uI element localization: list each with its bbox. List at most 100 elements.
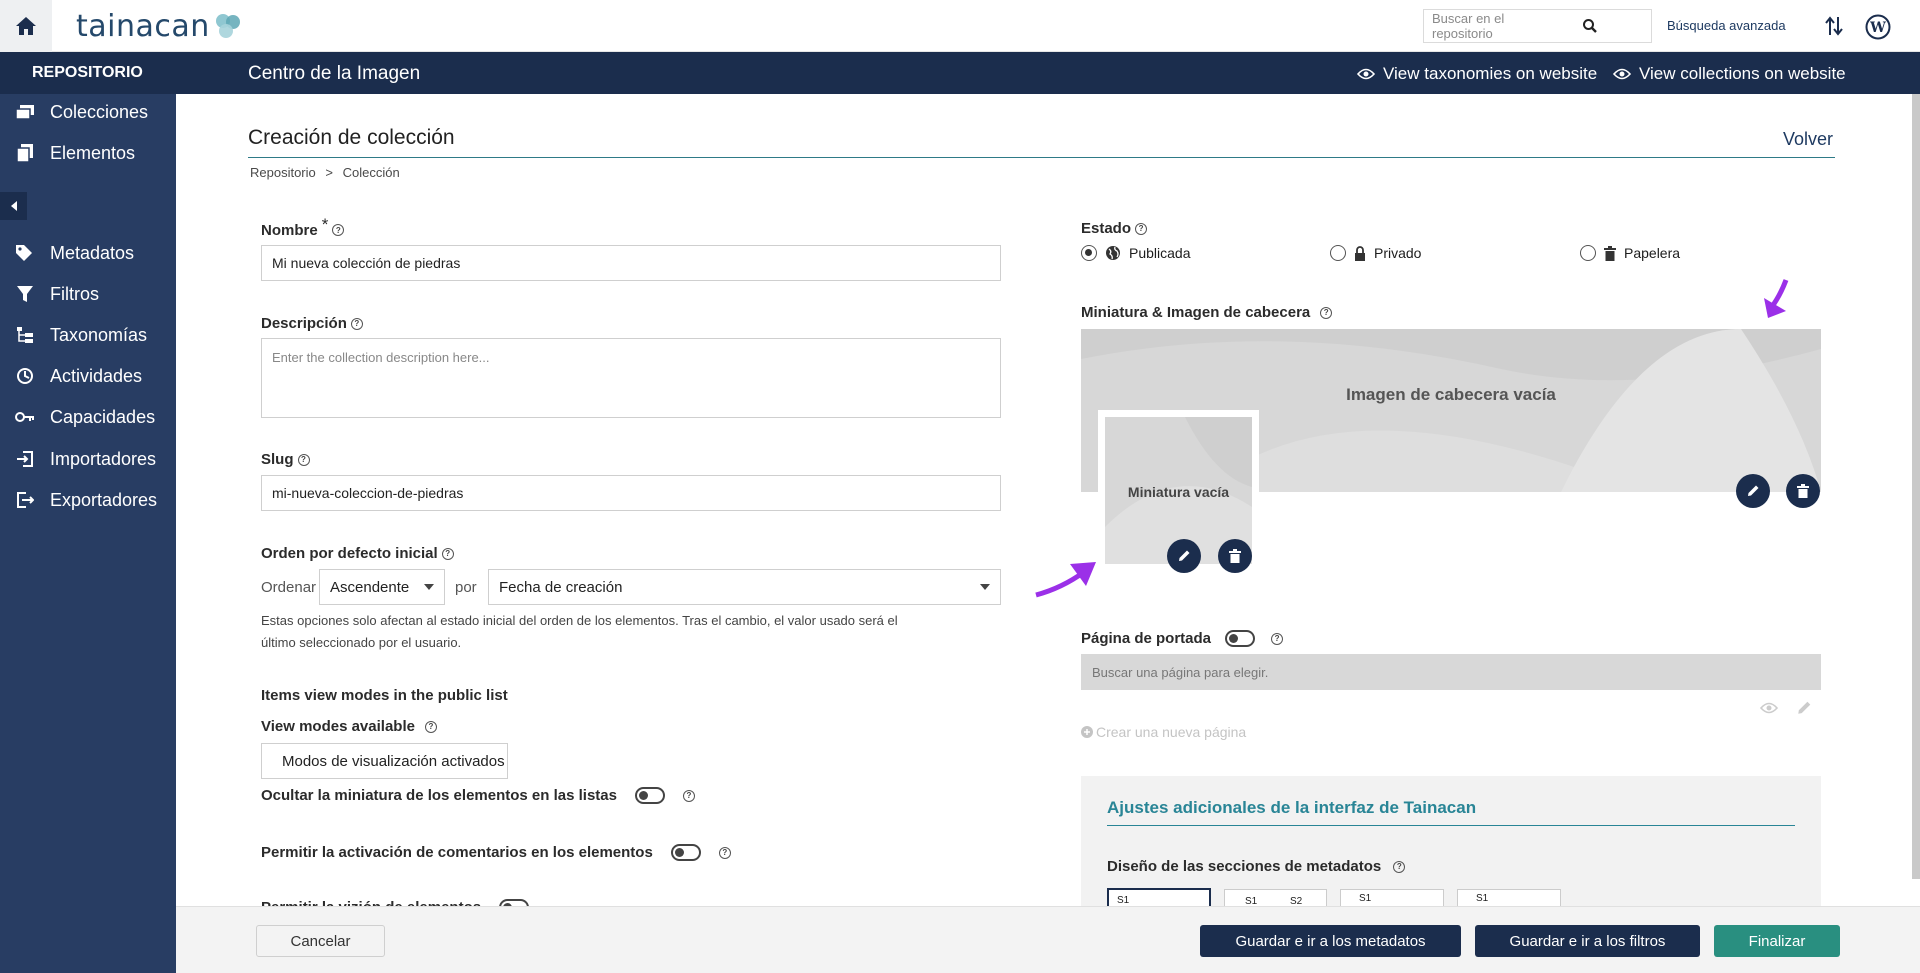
name-input[interactable]: Mi nueva colección de piedras	[261, 245, 1001, 281]
tag-icon	[0, 244, 50, 262]
home-button[interactable]	[0, 0, 52, 52]
advanced-search-link[interactable]: Búsqueda avanzada	[1667, 18, 1786, 33]
repository-search-input[interactable]: Buscar en el repositorio	[1423, 9, 1652, 43]
sidebar-item-actividades[interactable]: Actividades	[0, 358, 176, 394]
status-option-privado[interactable]: Privado	[1330, 245, 1421, 261]
eye-icon[interactable]	[1760, 702, 1778, 714]
view-modes-section-title: Items view modes in the public list	[261, 687, 508, 704]
key-icon	[0, 411, 50, 423]
create-page-link[interactable]: Crear una nueva página	[1081, 724, 1246, 740]
sidebar-item-taxonomias[interactable]: Taxonomías	[0, 317, 176, 353]
export-icon	[0, 491, 50, 509]
trash-icon	[1229, 549, 1241, 563]
sidebar-item-label: Capacidades	[50, 406, 156, 427]
sidebar: REPOSITORIO Colecciones Elementos Metada…	[0, 52, 176, 973]
description-label: Descripción ?	[261, 315, 363, 332]
scrollbar[interactable]	[1912, 94, 1920, 879]
save-metadata-button[interactable]: Guardar e ir a los metadatos	[1200, 925, 1461, 957]
comments-toggle[interactable]	[670, 844, 701, 861]
extra-settings-title: Ajustes adicionales de la interfaz de Ta…	[1107, 798, 1477, 817]
help-icon[interactable]: ?	[424, 720, 437, 733]
transfer-arrows-icon[interactable]	[1823, 14, 1845, 38]
layout-option-2[interactable]: S1 S2	[1224, 889, 1327, 906]
status-option-label: Privado	[1374, 245, 1422, 261]
collapse-sidebar-button[interactable]	[0, 192, 27, 220]
filter-icon	[0, 285, 50, 303]
status-option-publicada[interactable]: Publicada	[1081, 245, 1191, 261]
caret-down-icon	[980, 584, 990, 590]
help-icon[interactable]: ?	[718, 846, 731, 859]
sidebar-item-filtros[interactable]: Filtros	[0, 276, 176, 312]
help-icon[interactable]: ?	[350, 317, 363, 330]
help-icon[interactable]: ?	[332, 224, 345, 236]
radio-unselected[interactable]	[1580, 245, 1596, 261]
breadcrumb-separator: >	[325, 165, 333, 180]
layout-option-label: S1	[1359, 893, 1372, 904]
svg-text:W: W	[1869, 20, 1886, 36]
eye-icon	[1357, 68, 1375, 80]
view-modes-select[interactable]: Modos de visualización activados	[261, 743, 508, 779]
tainacan-logo[interactable]: tainacan	[76, 9, 242, 44]
caret-down-icon	[424, 584, 434, 590]
annotation-arrow-icon	[1762, 278, 1792, 320]
cover-page-row: Página de portada ?	[1081, 630, 1284, 647]
help-icon[interactable]: ?	[441, 547, 454, 560]
cover-page-search-input[interactable]: Buscar una página para elegir.	[1081, 654, 1821, 690]
trash-icon	[1797, 484, 1809, 498]
home-icon	[15, 16, 37, 36]
status-label-text: Estado	[1081, 220, 1132, 237]
sidebar-item-exportadores[interactable]: Exportadores	[0, 482, 176, 518]
description-textarea[interactable]: Enter the collection description here...	[261, 338, 1001, 418]
hide-thumbnail-toggle[interactable]	[634, 787, 665, 804]
radio-unselected[interactable]	[1330, 245, 1346, 261]
order-by-text: por	[455, 579, 477, 596]
delete-header-button[interactable]	[1786, 474, 1820, 508]
images-label-text: Miniatura & Imagen de cabecera	[1081, 304, 1311, 321]
order-direction-select[interactable]: Ascendente	[319, 569, 445, 605]
sidebar-item-label: Colecciones	[50, 101, 149, 122]
help-icon[interactable]: ?	[1320, 306, 1333, 319]
wordpress-icon[interactable]: W	[1865, 14, 1891, 40]
trash-icon	[1604, 245, 1616, 261]
help-icon[interactable]: ?	[682, 789, 695, 802]
sidebar-item-elementos[interactable]: Elementos	[0, 135, 176, 171]
back-link[interactable]: Volver	[1783, 129, 1833, 150]
cancel-button[interactable]: Cancelar	[256, 925, 385, 957]
edit-thumbnail-button[interactable]	[1167, 539, 1201, 573]
delete-thumbnail-button[interactable]	[1218, 539, 1252, 573]
cover-page-toggle[interactable]	[1225, 630, 1256, 647]
view-collections-link[interactable]: View collections on website	[1613, 64, 1846, 84]
view-modes-label: View modes available ?	[261, 718, 437, 735]
description-placeholder: Enter the collection description here...	[272, 350, 490, 365]
sidebar-item-importadores[interactable]: Importadores	[0, 441, 176, 477]
help-icon[interactable]: ?	[1271, 632, 1284, 645]
eye-icon	[1613, 68, 1631, 80]
layout-option-1[interactable]: S1	[1107, 888, 1211, 906]
finish-button[interactable]: Finalizar	[1714, 925, 1840, 957]
search-icon[interactable]	[1538, 18, 1644, 34]
save-filters-button[interactable]: Guardar e ir a los filtros	[1475, 925, 1700, 957]
sidebar-item-capacidades[interactable]: Capacidades	[0, 399, 176, 435]
logo-mark-icon	[214, 13, 242, 39]
pencil-icon[interactable]	[1796, 700, 1812, 716]
help-icon[interactable]: ?	[1135, 222, 1148, 235]
header-image-empty-text: Imagen de cabecera vacía	[1346, 385, 1556, 404]
slug-input[interactable]: mi-nueva-coleccion-de-piedras	[261, 475, 1001, 511]
help-icon[interactable]: ?	[297, 453, 310, 466]
status-label: Estado ?	[1081, 220, 1148, 237]
layout-option-3[interactable]: S1	[1340, 889, 1444, 906]
breadcrumb-repositorio[interactable]: Repositorio	[250, 165, 316, 180]
layout-option-label: S1	[1476, 893, 1489, 904]
layout-option-4[interactable]: S1	[1457, 889, 1561, 906]
help-icon[interactable]: ?	[1393, 860, 1406, 873]
comments-label: Permitir la activación de comentarios en…	[261, 844, 653, 861]
taxonomy-icon	[0, 326, 50, 344]
sidebar-item-metadatos[interactable]: Metadatos	[0, 235, 176, 271]
page-title: Creación de colección	[248, 126, 455, 149]
status-option-papelera[interactable]: Papelera	[1580, 245, 1680, 261]
view-taxonomies-link[interactable]: View taxonomies on website	[1357, 64, 1597, 84]
sidebar-item-colecciones[interactable]: Colecciones	[0, 94, 176, 130]
radio-selected[interactable]	[1081, 245, 1097, 261]
order-field-select[interactable]: Fecha de creación	[488, 569, 1001, 605]
edit-header-button[interactable]	[1736, 474, 1770, 508]
